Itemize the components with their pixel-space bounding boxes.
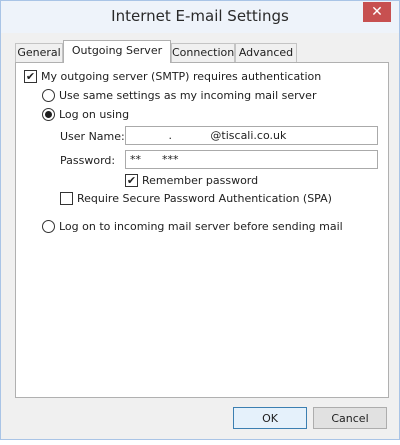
same-settings-radio[interactable] — [42, 89, 55, 102]
smtp-auth-checkbox[interactable]: ✔ — [24, 70, 37, 83]
cancel-button[interactable]: Cancel — [313, 407, 387, 429]
remember-password-label: Remember password — [142, 174, 259, 187]
tab-outgoing-server[interactable]: Outgoing Server — [63, 40, 171, 63]
smtp-auth-label: My outgoing server (SMTP) requires authe… — [41, 70, 322, 83]
username-label: User Name: — [60, 130, 125, 143]
tab-general[interactable]: General — [15, 43, 63, 62]
password-value: ** *** — [130, 153, 179, 166]
checkmark-icon: ✔ — [126, 174, 137, 187]
smtp-auth-option[interactable]: ✔ My outgoing server (SMTP) requires aut… — [24, 70, 321, 83]
logon-incoming-option[interactable]: Log on to incoming mail server before se… — [42, 220, 343, 233]
password-input[interactable]: ** *** — [125, 150, 378, 169]
spa-label: Require Secure Password Authentication (… — [77, 192, 332, 205]
same-settings-option[interactable]: Use same settings as my incoming mail se… — [42, 89, 316, 102]
dialog-title: Internet E-mail Settings — [111, 7, 289, 25]
checkmark-icon: ✔ — [25, 70, 36, 83]
same-settings-label: Use same settings as my incoming mail se… — [59, 89, 317, 102]
password-label: Password: — [60, 154, 116, 167]
log-on-using-option[interactable]: Log on using — [42, 108, 129, 121]
tab-advanced[interactable]: Advanced — [235, 43, 297, 62]
ok-button[interactable]: OK — [233, 407, 307, 429]
spa-option[interactable]: Require Secure Password Authentication (… — [60, 192, 332, 205]
remember-password-checkbox[interactable]: ✔ — [125, 174, 138, 187]
spa-checkbox[interactable] — [60, 192, 73, 205]
logon-incoming-label: Log on to incoming mail server before se… — [59, 220, 343, 233]
dialog-window: Internet E-mail Settings ✕ General Outgo… — [0, 0, 400, 440]
outgoing-server-panel: ✔ My outgoing server (SMTP) requires aut… — [15, 62, 389, 398]
username-input[interactable]: . @tiscali.co.uk — [125, 126, 378, 145]
logon-incoming-radio[interactable] — [42, 220, 55, 233]
log-on-using-radio[interactable] — [42, 108, 55, 121]
remember-password-option[interactable]: ✔ Remember password — [125, 174, 258, 187]
title-bar: Internet E-mail Settings ✕ — [1, 1, 399, 33]
tab-connection[interactable]: Connection — [171, 43, 235, 62]
log-on-using-label: Log on using — [59, 108, 130, 121]
username-value: . @tiscali.co.uk — [130, 129, 287, 142]
close-button[interactable]: ✕ — [363, 2, 391, 22]
close-icon: ✕ — [371, 4, 383, 20]
